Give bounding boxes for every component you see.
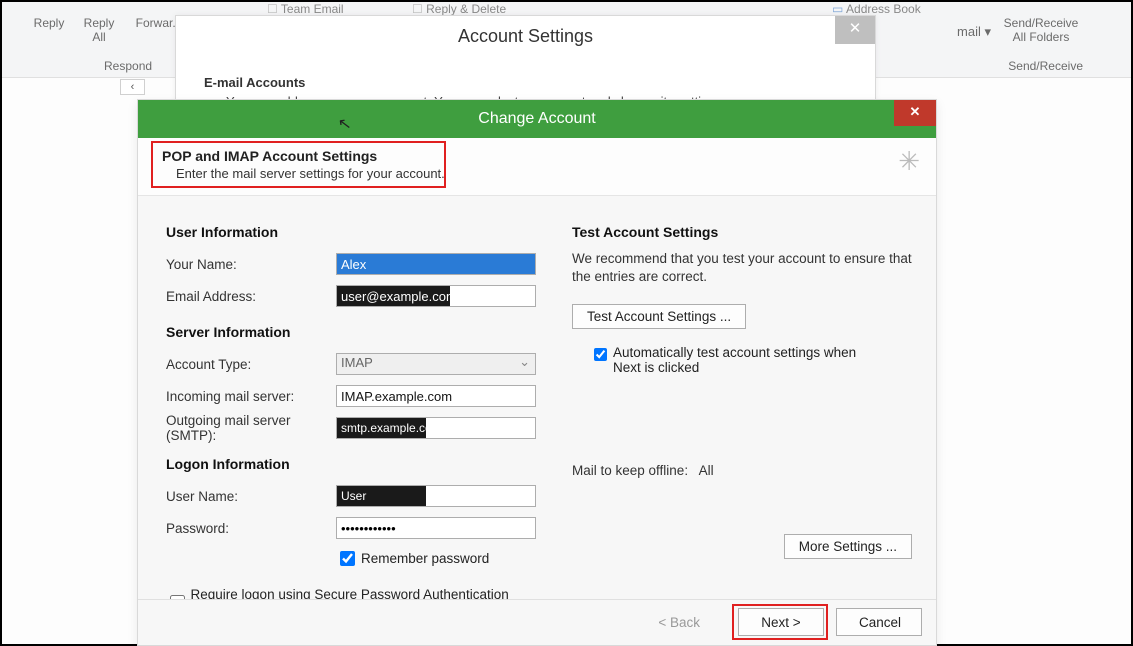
- modal-titlebar[interactable]: Change Account ✕ ↖: [138, 100, 936, 138]
- ribbon-sr-l1: Send/Receive: [1004, 16, 1079, 30]
- ribbon-reply[interactable]: Reply: [24, 2, 74, 30]
- ribbon-send-receive[interactable]: Send/ReceiveAll Folders: [991, 16, 1091, 44]
- username-input[interactable]: [336, 485, 536, 507]
- outgoing-server-input[interactable]: [336, 417, 536, 439]
- your-name-input[interactable]: [336, 253, 536, 275]
- nav-collapse-chevron[interactable]: ‹: [120, 79, 145, 95]
- logon-info-heading: Logon Information: [166, 456, 536, 472]
- email-input[interactable]: [336, 285, 536, 307]
- ribbon-address-book[interactable]: ▭ Address Book: [832, 2, 921, 16]
- auto-test-checkbox[interactable]: [594, 348, 607, 361]
- back-button: < Back: [636, 608, 722, 636]
- account-type-label: Account Type:: [166, 357, 336, 372]
- ribbon-reply-delete[interactable]: ☐ Reply & Delete: [412, 2, 506, 16]
- ribbon-reply-all[interactable]: ReplyAll: [74, 2, 124, 44]
- account-type-dropdown: IMAP: [336, 353, 536, 375]
- ribbon-sr-l2: All Folders: [1013, 30, 1070, 44]
- email-label: Email Address:: [166, 289, 336, 304]
- more-settings-button[interactable]: More Settings ...: [784, 534, 912, 559]
- ribbon-reply-delete-label: Reply & Delete: [426, 2, 506, 16]
- modal-header-title: POP and IMAP Account Settings: [162, 148, 918, 164]
- account-settings-title: Account Settings: [176, 16, 875, 53]
- username-label: User Name:: [166, 489, 336, 504]
- password-input[interactable]: [336, 517, 536, 539]
- incoming-server-label: Incoming mail server:: [166, 389, 336, 404]
- mail-offline-row: Mail to keep offline: All: [572, 463, 912, 478]
- password-label: Password:: [166, 521, 336, 536]
- remember-password-checkbox[interactable]: [340, 551, 355, 566]
- left-column: User Information Your Name: Email Addres…: [166, 216, 536, 617]
- cancel-button[interactable]: Cancel: [836, 608, 922, 636]
- your-name-label: Your Name:: [166, 257, 336, 272]
- test-desc: We recommend that you test your account …: [572, 250, 912, 286]
- ribbon-send-receive-group: Send/Receive: [1008, 59, 1083, 73]
- incoming-server-input[interactable]: [336, 385, 536, 407]
- modal-header-sub: Enter the mail server settings for your …: [162, 164, 918, 181]
- ribbon-team-email[interactable]: ☐ Team Email: [267, 2, 344, 16]
- account-settings-close[interactable]: ✕: [835, 16, 875, 44]
- modal-close-button[interactable]: ✕: [894, 100, 936, 126]
- ribbon-reply-all-l1: Reply: [84, 16, 115, 30]
- outgoing-server-label: Outgoing mail server (SMTP):: [166, 413, 336, 443]
- right-column: Test Account Settings We recommend that …: [572, 216, 912, 478]
- ribbon-reply-all-l2: All: [92, 30, 105, 44]
- ribbon-address-book-label: Address Book: [846, 2, 921, 16]
- ribbon-reply-label: Reply: [34, 16, 65, 30]
- ribbon-team-email-label: Team Email: [281, 2, 344, 16]
- server-info-heading: Server Information: [166, 324, 536, 340]
- mail-offline-label: Mail to keep offline:: [572, 463, 688, 478]
- wizard-cursor-icon: ✳: [898, 146, 920, 177]
- modal-title: Change Account: [138, 100, 936, 138]
- modal-footer: < Back Next > Cancel: [138, 599, 936, 645]
- account-settings-section: E-mail Accounts: [204, 75, 847, 90]
- test-heading: Test Account Settings: [572, 224, 912, 240]
- cursor-icon: ↖: [337, 113, 353, 135]
- modal-body: User Information Your Name: Email Addres…: [138, 196, 936, 617]
- ribbon-email-menu[interactable]: mail ▾: [957, 24, 991, 40]
- test-account-button[interactable]: Test Account Settings ...: [572, 304, 746, 329]
- mail-offline-value: All: [699, 463, 714, 478]
- auto-test-label: Automatically test account settings when…: [613, 345, 873, 375]
- remember-password-label: Remember password: [361, 551, 489, 566]
- modal-header: POP and IMAP Account Settings Enter the …: [138, 138, 936, 196]
- ribbon-respond-group: Respond: [104, 59, 152, 73]
- next-button[interactable]: Next >: [738, 608, 824, 636]
- change-account-modal: Change Account ✕ ↖ POP and IMAP Account …: [137, 99, 937, 646]
- user-info-heading: User Information: [166, 224, 536, 240]
